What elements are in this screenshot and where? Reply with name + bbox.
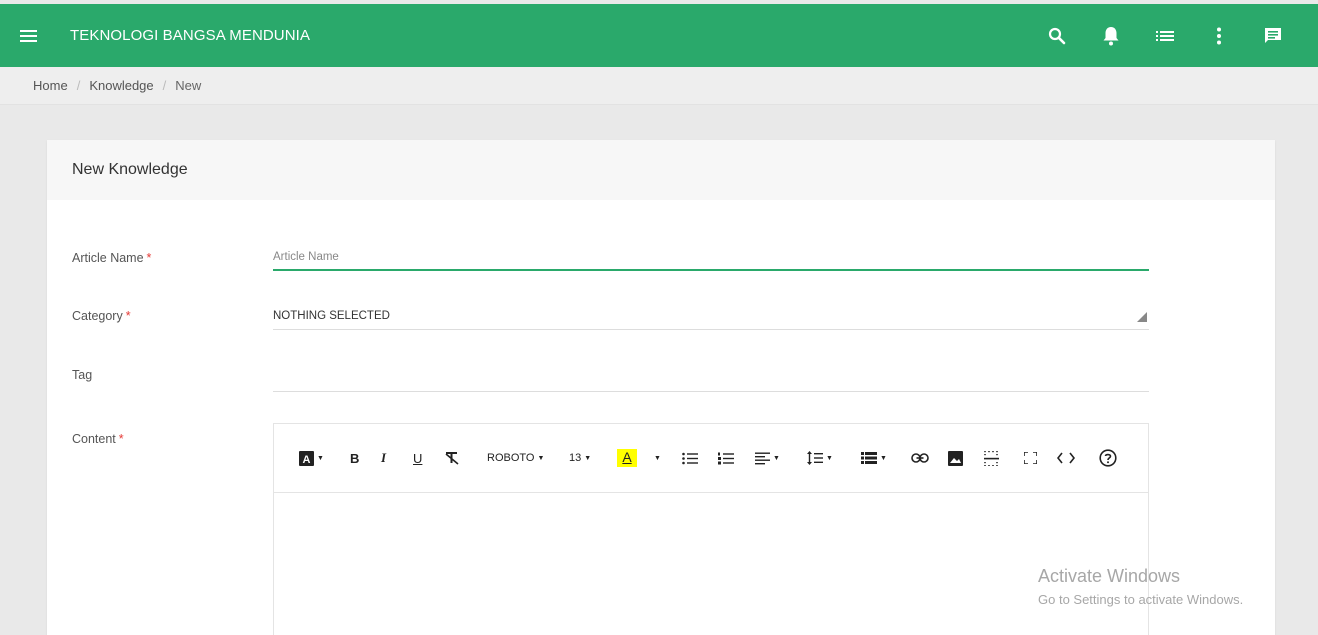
list-icon[interactable] xyxy=(1138,16,1192,56)
editor-toolbar: A ▼ B I U ROBOTO ▼ 13 ▼ A ▼ ▼ ▼ ▼ xyxy=(274,424,1148,493)
content-label: Content * xyxy=(72,432,124,446)
category-select[interactable]: NOTHING SELECTED xyxy=(273,303,1149,330)
unordered-list-button[interactable] xyxy=(682,446,698,470)
link-button[interactable] xyxy=(911,446,929,470)
card-title: New Knowledge xyxy=(47,140,1275,200)
style-glyph: A xyxy=(303,454,311,466)
article-name-label-text: Article Name xyxy=(72,251,144,265)
bell-icon[interactable] xyxy=(1084,16,1138,56)
tag-label-text: Tag xyxy=(72,368,93,382)
chat-icon[interactable] xyxy=(1246,16,1300,56)
font-size-dropdown[interactable]: 13 ▼ xyxy=(569,446,591,470)
breadcrumb-separator: / xyxy=(162,78,167,93)
category-label-text: Category xyxy=(72,309,123,323)
article-name-input[interactable] xyxy=(273,244,1149,269)
app-title: TEKNOLOGI BANGSA MENDUNIA xyxy=(70,27,311,44)
content-editor: A ▼ B I U ROBOTO ▼ 13 ▼ A ▼ ▼ ▼ ▼ xyxy=(273,423,1149,635)
style-button[interactable]: A ▼ xyxy=(299,446,324,470)
underline-button[interactable]: U xyxy=(413,446,422,470)
tag-input[interactable] xyxy=(273,370,1149,392)
codeview-button[interactable] xyxy=(1057,446,1075,470)
category-label: Category * xyxy=(72,309,131,323)
new-knowledge-card: New Knowledge Article Name* Category* NO… xyxy=(47,140,1275,635)
menu-icon[interactable] xyxy=(20,29,42,42)
chevron-down-icon: ▼ xyxy=(537,454,545,462)
content-label-text: Content xyxy=(72,432,116,446)
table-dropdown[interactable]: ▼ xyxy=(861,446,887,470)
breadcrumb-knowledge[interactable]: Knowledge xyxy=(89,78,153,93)
font-size-value: 13 xyxy=(569,452,582,464)
bold-button[interactable]: B xyxy=(350,446,359,470)
italic-button[interactable]: I xyxy=(381,446,386,470)
category-selected-value: NOTHING SELECTED xyxy=(273,310,390,322)
ordered-list-button[interactable] xyxy=(718,446,734,470)
top-actions xyxy=(1030,4,1300,67)
search-icon[interactable] xyxy=(1030,16,1084,56)
dropdown-caret-icon xyxy=(1137,312,1147,322)
font-family-dropdown[interactable]: ROBOTO ▼ xyxy=(487,446,544,470)
chevron-down-icon: ▼ xyxy=(654,454,661,462)
paragraph-align-dropdown[interactable]: ▼ xyxy=(755,446,780,470)
breadcrumb: Home / Knowledge / New xyxy=(0,67,1318,105)
more-vert-icon[interactable] xyxy=(1192,16,1246,56)
clear-format-button[interactable] xyxy=(444,446,460,470)
chevron-down-icon: ▼ xyxy=(880,454,887,462)
highlight-color-button[interactable]: A xyxy=(617,446,637,470)
required-mark: * xyxy=(125,309,131,323)
chevron-down-icon: ▼ xyxy=(584,454,592,462)
font-family-value: ROBOTO xyxy=(487,452,535,464)
horizontal-rule-button[interactable] xyxy=(984,446,999,470)
picture-button[interactable] xyxy=(948,446,963,470)
help-button[interactable] xyxy=(1099,446,1117,470)
highlight-color-swatch: A xyxy=(617,449,637,467)
breadcrumb-current: New xyxy=(175,78,202,93)
editor-content-area[interactable] xyxy=(274,493,1148,635)
article-name-field xyxy=(273,244,1149,271)
breadcrumb-home[interactable]: Home xyxy=(33,78,68,93)
chevron-down-icon: ▼ xyxy=(773,454,780,462)
color-dropdown-toggle[interactable]: ▼ xyxy=(651,446,661,470)
required-mark: * xyxy=(118,432,124,446)
chevron-down-icon: ▼ xyxy=(826,454,833,462)
breadcrumb-separator: / xyxy=(76,78,81,93)
required-mark: * xyxy=(146,251,152,265)
tag-label: Tag xyxy=(72,368,92,382)
line-height-dropdown[interactable]: ▼ xyxy=(807,446,833,470)
article-name-label: Article Name * xyxy=(72,251,151,265)
fullscreen-button[interactable] xyxy=(1024,446,1037,470)
top-app-bar: TEKNOLOGI BANGSA MENDUNIA xyxy=(0,4,1318,67)
chevron-down-icon: ▼ xyxy=(317,454,324,462)
